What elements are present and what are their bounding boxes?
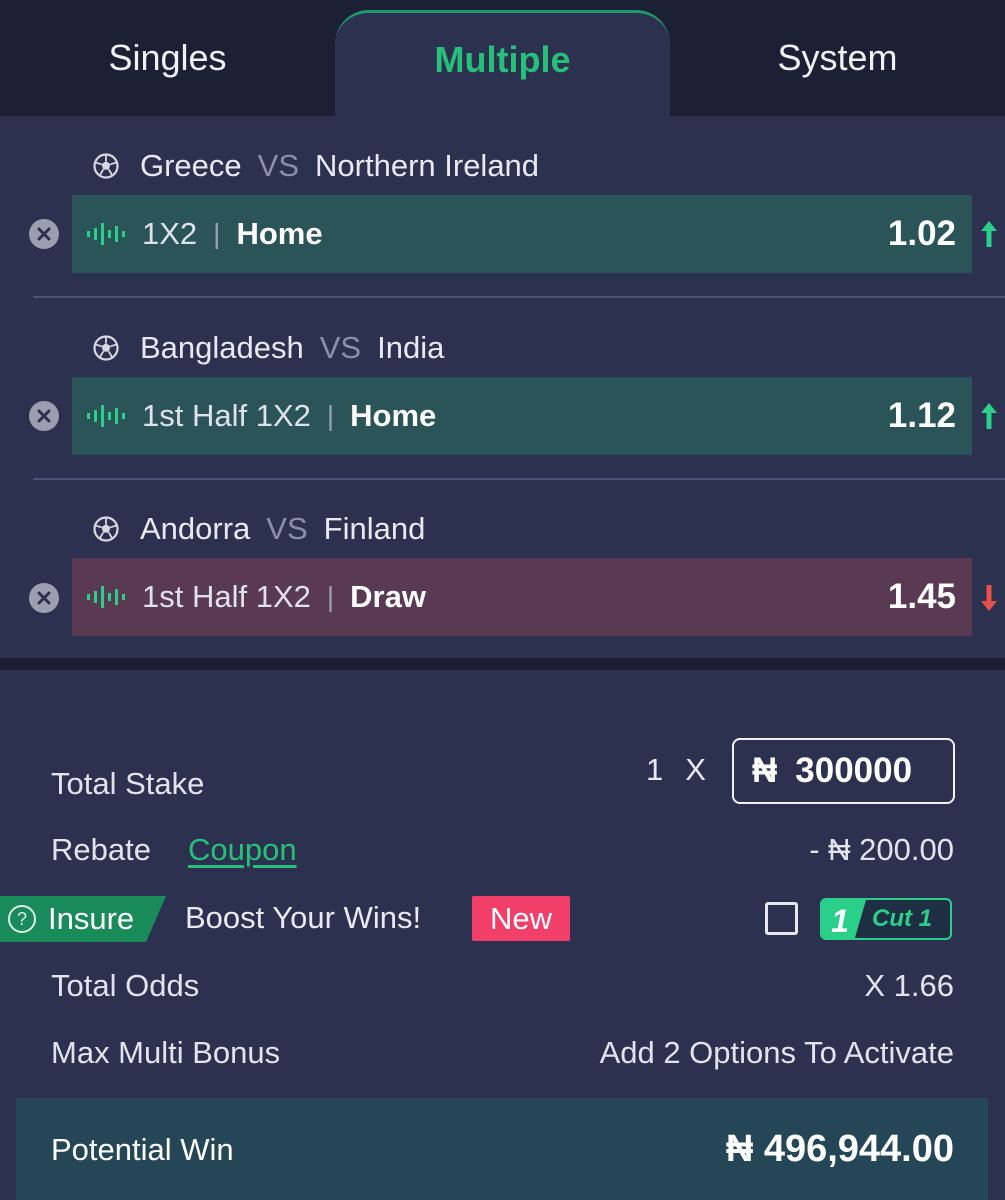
close-icon <box>37 591 51 605</box>
arrow-up-icon <box>981 221 997 247</box>
total-stake-label: Total Stake <box>51 766 205 801</box>
selection-pick: Home <box>236 216 323 251</box>
insure-checkbox[interactable] <box>765 902 798 935</box>
arrow-up-icon <box>981 403 997 429</box>
divider <box>33 478 1005 480</box>
football-icon <box>93 335 119 361</box>
selection-odds: 1.45 <box>887 577 956 616</box>
match-title: Bangladesh VS India <box>92 328 444 368</box>
tab-singles[interactable]: Singles <box>0 10 335 116</box>
total-odds-value: X 1.66 <box>864 968 954 1003</box>
section-separator <box>0 658 1005 670</box>
market-name: 1X2 <box>142 216 198 251</box>
remove-bet-button[interactable] <box>29 583 59 613</box>
separator: | <box>326 400 335 431</box>
divider <box>33 296 1005 298</box>
cut-badge-text: Cut 1 <box>872 905 932 932</box>
bet-selection[interactable]: 1st Half 1X2 | Home 1.12 <box>72 377 972 455</box>
home-team: Greece <box>140 148 242 183</box>
rebate-label: Rebate <box>51 832 151 867</box>
football-icon <box>93 153 119 179</box>
stake-value: 300000 <box>795 751 913 790</box>
insure-badge[interactable]: ? Insure <box>0 896 166 942</box>
selection-odds: 1.02 <box>887 214 956 253</box>
potential-win-label: Potential Win <box>51 1132 234 1167</box>
remove-bet-button[interactable] <box>29 401 59 431</box>
multiplier-count: 1 <box>646 752 664 787</box>
vs-label: VS <box>266 511 308 546</box>
total-odds-label: Total Odds <box>51 968 200 1003</box>
tab-multiple[interactable]: Multiple <box>335 10 670 116</box>
boost-text: Boost Your Wins! <box>185 900 422 935</box>
bet-selection[interactable]: 1st Half 1X2 | Draw 1.45 <box>72 558 972 636</box>
insure-label: Insure <box>48 901 135 936</box>
tab-system[interactable]: System <box>670 10 1005 116</box>
selection-pick: Home <box>350 398 437 433</box>
bet-selection[interactable]: 1X2 | Home 1.02 <box>72 195 972 273</box>
vs-label: VS <box>319 330 362 365</box>
close-icon <box>37 409 51 423</box>
separator: | <box>213 218 221 249</box>
total-odds-row: Total Odds X 1.66 <box>0 960 1005 1010</box>
cut-badge-number: 1 <box>822 900 866 938</box>
potential-win-bar: Potential Win ₦ 496,944.00 <box>16 1098 988 1200</box>
stake-input[interactable]: ₦ 300000 <box>732 738 955 804</box>
coupon-link[interactable]: Coupon <box>188 832 297 868</box>
away-team: Northern Ireland <box>315 148 540 183</box>
currency-symbol: ₦ <box>752 751 778 790</box>
stake-multiplier: 1X <box>646 752 706 788</box>
vs-label: VS <box>257 148 300 183</box>
selection-pick: Draw <box>350 579 426 614</box>
cut-one-badge: 1 Cut 1 <box>820 898 952 940</box>
help-icon: ? <box>8 905 36 933</box>
live-pulse-icon <box>87 223 125 245</box>
market-name: 1st Half 1X2 <box>142 398 311 433</box>
home-team: Bangladesh <box>140 330 304 365</box>
remove-bet-button[interactable] <box>29 219 59 249</box>
home-team: Andorra <box>140 511 251 546</box>
max-bonus-label: Max Multi Bonus <box>51 1035 281 1070</box>
arrow-down-icon <box>981 585 997 611</box>
selection-odds: 1.12 <box>887 396 956 435</box>
football-icon <box>93 516 119 542</box>
away-team: India <box>377 330 445 365</box>
rebate-row: Rebate Coupon - ₦ 200.00 <box>0 824 1005 874</box>
market-name: 1st Half 1X2 <box>142 579 311 614</box>
live-pulse-icon <box>87 405 125 427</box>
bet-type-tabs: Singles Multiple System <box>0 0 1005 116</box>
separator: | <box>326 581 335 612</box>
live-pulse-icon <box>87 586 125 608</box>
away-team: Finland <box>323 511 426 546</box>
close-icon <box>37 227 51 241</box>
multiplier-x: X <box>685 752 706 787</box>
match-title: Andorra VS Finland <box>92 509 425 549</box>
new-badge: New <box>472 896 570 941</box>
max-bonus-value: Add 2 Options To Activate <box>599 1035 954 1070</box>
max-bonus-row: Max Multi Bonus Add 2 Options To Activat… <box>0 1027 1005 1077</box>
match-title: Greece VS Northern Ireland <box>92 146 539 186</box>
potential-win-value: ₦ 496,944.00 <box>725 1128 954 1170</box>
rebate-value: - ₦ 200.00 <box>809 832 954 867</box>
